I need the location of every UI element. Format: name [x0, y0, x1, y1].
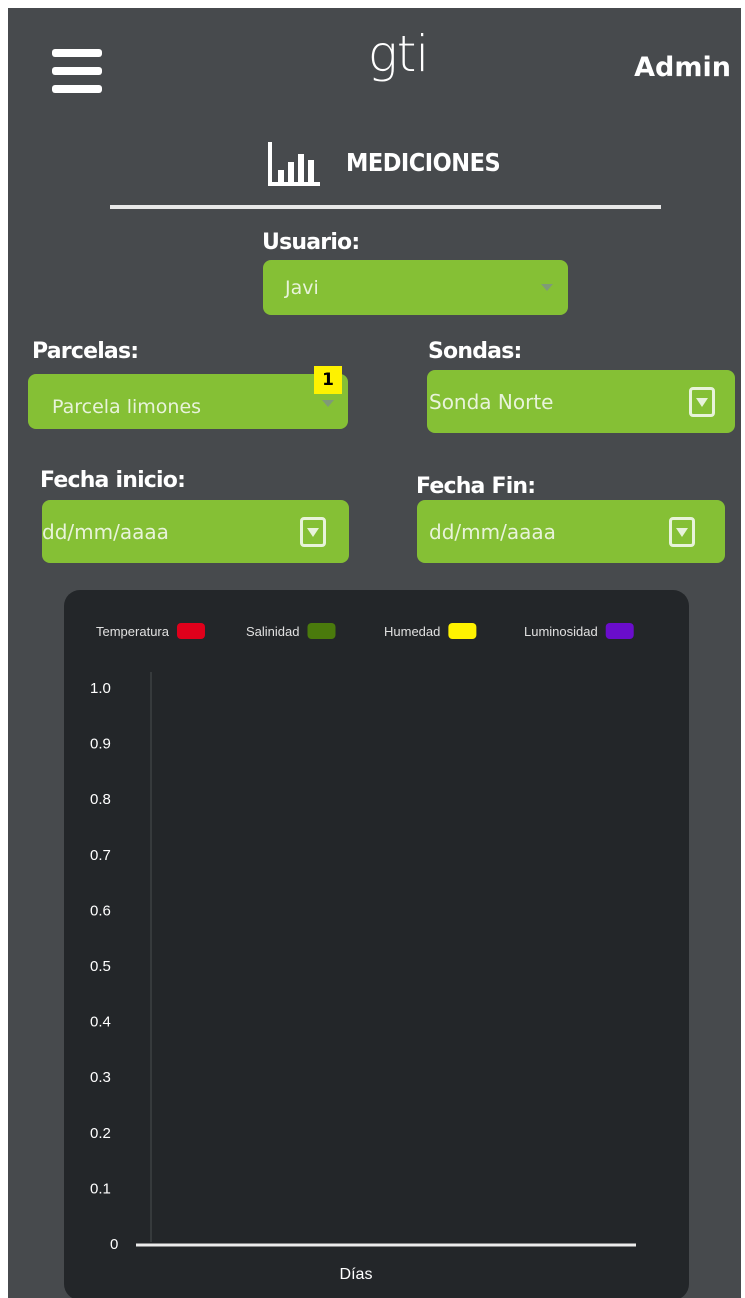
y-tick-label: 0.4 — [90, 1014, 111, 1031]
y-tick-label: 0.9 — [90, 736, 111, 753]
hamburger-menu-icon[interactable] — [52, 49, 102, 93]
app-screen: gti Admin MEDICIONES Usuario: Javi Parce… — [8, 8, 741, 1298]
chevron-down-icon — [322, 400, 334, 407]
page-title: MEDICIONES — [346, 148, 501, 177]
y-tick-label: 0.3 — [90, 1069, 111, 1086]
fecha-inicio-placeholder: dd/mm/aaaa — [42, 519, 169, 544]
user-menu[interactable]: Admin — [634, 52, 731, 83]
y-tick-label: 0.2 — [90, 1125, 111, 1142]
chart-canvas: Temperatura Salinidad Humedad Luminosidad 1… — [90, 623, 636, 1283]
legend-label-luminosidad[interactable]: Luminosidad — [524, 624, 598, 639]
title-divider — [110, 205, 661, 209]
bar-chart-icon — [268, 142, 320, 186]
legend-label-salinidad[interactable]: Salinidad — [246, 624, 300, 639]
measurements-chart: Temperatura Salinidad Humedad Luminosidad 1… — [64, 590, 689, 1298]
usuario-value: Javi — [285, 276, 319, 299]
y-tick-label: 0.1 — [90, 1180, 111, 1197]
calendar-dropdown-icon[interactable] — [300, 517, 326, 547]
fecha-inicio-label: Fecha inicio: — [40, 468, 186, 493]
legend-swatch-salinidad[interactable] — [307, 623, 336, 639]
legend-label-temperatura[interactable]: Temperatura — [96, 624, 170, 639]
usuario-label: Usuario: — [262, 230, 360, 255]
x-axis-title: Días — [340, 1266, 373, 1283]
fecha-fin-input[interactable]: dd/mm/aaaa — [417, 500, 725, 563]
legend-swatch-temperatura[interactable] — [176, 623, 205, 639]
legend-label-humedad[interactable]: Humedad — [384, 624, 440, 639]
notification-badge: 1 — [314, 366, 342, 394]
dropdown-arrow-icon — [689, 387, 715, 417]
legend-swatch-humedad[interactable] — [448, 623, 477, 639]
parcelas-select[interactable]: Parcela limones — [28, 374, 348, 429]
chevron-down-icon — [541, 284, 553, 291]
fecha-fin-placeholder: dd/mm/aaaa — [429, 519, 556, 544]
y-tick-label: 0.7 — [90, 847, 111, 864]
y-tick-label: 1.0 — [90, 680, 111, 697]
y-axis-ticks: 1.0 0.9 0.8 0.7 0.6 0.5 0.4 0.3 0.2 0.1 0 — [90, 680, 118, 1253]
legend-swatch-luminosidad[interactable] — [605, 623, 634, 639]
y-tick-label: 0.5 — [90, 958, 111, 975]
y-tick-label: 0.8 — [90, 791, 111, 808]
parcelas-label: Parcelas: — [32, 339, 139, 364]
calendar-dropdown-icon[interactable] — [669, 517, 695, 547]
y-tick-label: 0 — [110, 1236, 118, 1253]
sondas-value: Sonda Norte — [429, 389, 554, 414]
fecha-fin-label: Fecha Fin: — [416, 474, 536, 499]
usuario-select[interactable]: Javi — [263, 260, 568, 315]
fecha-inicio-input[interactable]: dd/mm/aaaa — [42, 500, 349, 563]
parcelas-value: Parcela limones — [52, 396, 202, 418]
logo[interactable]: gti — [348, 24, 448, 84]
sondas-label: Sondas: — [428, 339, 522, 364]
chart-legend: Temperatura Salinidad Humedad Luminosidad — [96, 623, 634, 639]
y-tick-label: 0.6 — [90, 902, 111, 919]
sondas-select[interactable]: Sonda Norte — [427, 370, 735, 433]
